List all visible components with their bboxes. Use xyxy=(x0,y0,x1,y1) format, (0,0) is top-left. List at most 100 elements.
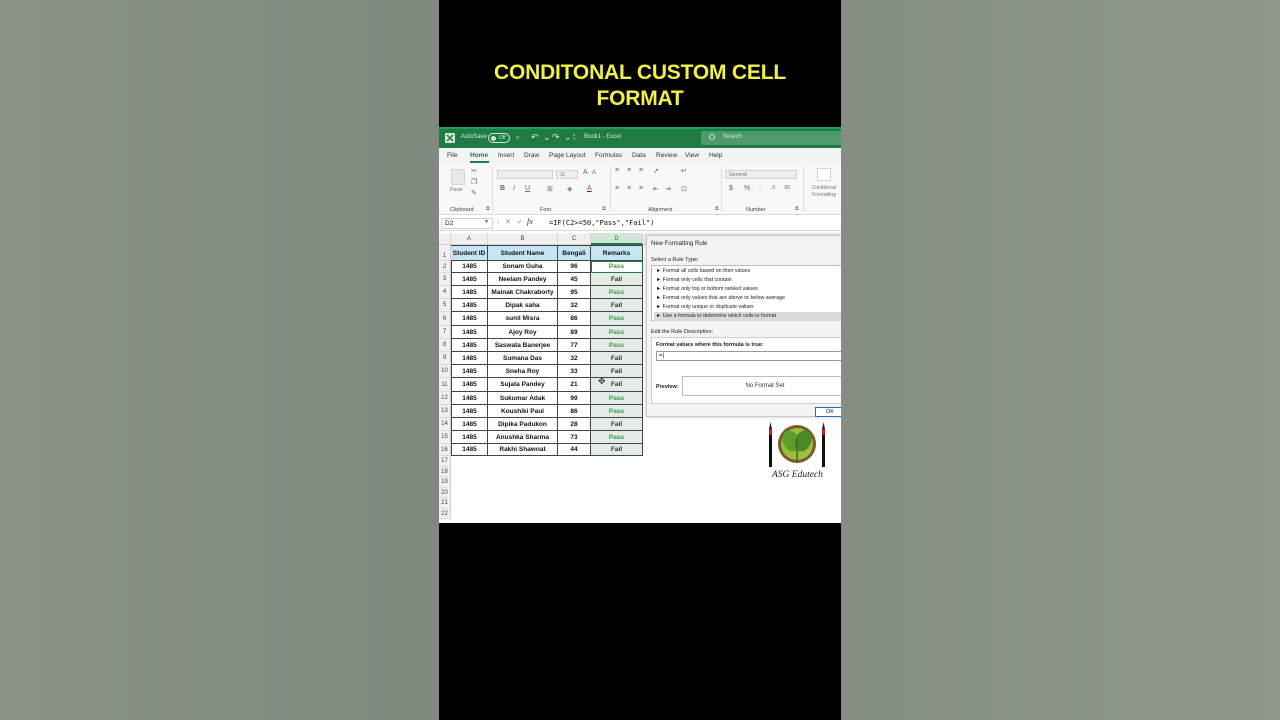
table-cell[interactable]: 1485 xyxy=(451,405,488,418)
table-cell[interactable]: 99 xyxy=(558,392,591,405)
table-cell[interactable]: Pass xyxy=(591,312,643,326)
number-format-dropdown[interactable]: General xyxy=(725,170,797,179)
fill-color-icon[interactable]: ◈ xyxy=(567,185,572,193)
table-cell[interactable]: Sukumar Adak xyxy=(488,392,558,405)
menu-data[interactable]: Data xyxy=(632,152,646,159)
table-cell[interactable]: Sumana Das xyxy=(488,352,558,365)
customize-toolbar-icon[interactable]: ⁞ xyxy=(573,132,576,142)
table-cell[interactable]: 21 xyxy=(558,378,591,392)
row-header[interactable]: 21 xyxy=(439,498,451,509)
menu-file[interactable]: File xyxy=(447,152,457,159)
rule-type-item[interactable]: ► Format only cells that contain xyxy=(654,276,841,285)
increase-decimal-icon[interactable]: .0 xyxy=(771,185,775,191)
wrap-text-icon[interactable]: ↵ xyxy=(681,167,687,175)
align-center-icon[interactable]: ≡ xyxy=(627,185,631,192)
table-cell[interactable]: Sujata Pandey xyxy=(488,378,558,392)
save-icon[interactable]: ▫ xyxy=(516,132,519,142)
decrease-decimal-icon[interactable]: .00 xyxy=(783,185,790,191)
search-box[interactable]: Search xyxy=(701,131,841,145)
table-cell[interactable]: Fail xyxy=(591,352,643,365)
header-cell[interactable]: Bengali xyxy=(558,245,591,261)
table-cell[interactable]: 1485 xyxy=(451,326,488,339)
row-header[interactable]: 11 xyxy=(439,378,451,392)
column-header-a[interactable]: A xyxy=(451,233,488,245)
underline-button[interactable]: U xyxy=(525,185,530,192)
bold-button[interactable]: B xyxy=(500,185,505,192)
align-middle-icon[interactable]: ≡ xyxy=(627,167,631,174)
table-cell[interactable]: 89 xyxy=(558,326,591,339)
table-cell[interactable]: Neelam Pandey xyxy=(488,273,558,286)
table-cell[interactable]: 86 xyxy=(558,405,591,418)
table-cell[interactable]: 1485 xyxy=(451,444,488,456)
row-header[interactable]: 19 xyxy=(439,477,451,488)
merge-center-icon[interactable]: ⊡ xyxy=(681,185,687,193)
rule-type-item[interactable]: ► Format only unique or duplicate values xyxy=(654,303,841,312)
table-cell[interactable]: Rakhi Shawnat xyxy=(488,444,558,456)
row-header[interactable]: 15 xyxy=(439,431,451,444)
redo-dropdown-icon[interactable]: ⌄ xyxy=(564,132,572,143)
menu-insert[interactable]: Insert xyxy=(498,152,514,159)
menu-draw[interactable]: Draw xyxy=(524,152,539,159)
header-cell[interactable]: Student Name xyxy=(488,245,558,261)
table-cell[interactable]: 86 xyxy=(558,312,591,326)
table-cell[interactable]: 1485 xyxy=(451,286,488,299)
undo-icon[interactable]: ↶ xyxy=(531,132,539,143)
table-cell[interactable]: Pass xyxy=(591,339,643,352)
rule-type-item[interactable]: ► Format only values that are above or b… xyxy=(654,294,841,303)
table-cell[interactable]: 1485 xyxy=(451,365,488,378)
row-header[interactable]: 2 xyxy=(439,261,451,273)
increase-font-icon[interactable]: A xyxy=(583,169,588,176)
formula-input[interactable]: =IF(C2>=50,"Pass","Fail") xyxy=(549,219,654,227)
row-header[interactable]: 20 xyxy=(439,487,451,498)
header-cell[interactable]: Remarks xyxy=(591,245,643,261)
table-cell[interactable]: Pass xyxy=(591,326,643,339)
menu-formulas[interactable]: Formulas xyxy=(595,152,622,159)
format-painter-icon[interactable]: ✎ xyxy=(471,189,477,197)
font-color-icon[interactable]: A xyxy=(587,185,592,192)
table-cell[interactable]: 95 xyxy=(558,286,591,299)
table-cell[interactable]: Anushka Sharma xyxy=(488,431,558,444)
table-cell[interactable]: Sonam Guha xyxy=(488,261,558,273)
align-left-icon[interactable]: ≡ xyxy=(615,185,619,192)
table-cell[interactable]: 28 xyxy=(558,418,591,431)
paste-icon[interactable] xyxy=(451,169,465,185)
table-cell[interactable]: 32 xyxy=(558,299,591,312)
alignment-launcher-icon[interactable]: ⧉ xyxy=(715,206,719,212)
row-header[interactable]: 18 xyxy=(439,466,451,477)
table-cell[interactable]: Saswata Banerjee xyxy=(488,339,558,352)
table-cell[interactable]: Pass xyxy=(591,392,643,405)
table-cell[interactable]: 44 xyxy=(558,444,591,456)
table-cell[interactable]: 1485 xyxy=(451,392,488,405)
clipboard-launcher-icon[interactable]: ⧉ xyxy=(486,206,490,212)
table-cell[interactable]: Dipak saha xyxy=(488,299,558,312)
italic-button[interactable]: I xyxy=(513,185,515,192)
table-cell[interactable]: Ajoy Roy xyxy=(488,326,558,339)
ok-button[interactable]: OK xyxy=(815,407,841,417)
borders-icon[interactable]: ⊞ xyxy=(547,185,553,193)
menu-review[interactable]: Review xyxy=(656,152,677,159)
table-cell[interactable]: 1485 xyxy=(451,273,488,286)
header-cell[interactable]: Student ID xyxy=(451,245,488,261)
font-name-dropdown[interactable] xyxy=(497,170,553,179)
table-cell[interactable]: 96 xyxy=(558,261,591,273)
menu-view[interactable]: View xyxy=(685,152,699,159)
rule-type-item[interactable]: ► Use a formula to determine which cells… xyxy=(654,312,841,321)
table-cell[interactable]: 1485 xyxy=(451,431,488,444)
table-cell[interactable]: 1485 xyxy=(451,339,488,352)
menu-help[interactable]: Help xyxy=(709,152,722,159)
table-cell[interactable]: 1485 xyxy=(451,352,488,365)
rule-type-item[interactable]: ► Format only top or bottom ranked value… xyxy=(654,285,841,294)
align-bottom-icon[interactable]: ≡ xyxy=(639,167,643,174)
autosave-toggle[interactable]: Off xyxy=(488,133,510,143)
row-header[interactable]: 16 xyxy=(439,444,451,456)
row-header[interactable]: 6 xyxy=(439,312,451,326)
row-header[interactable]: 9 xyxy=(439,352,451,365)
row-header[interactable]: 4 xyxy=(439,286,451,299)
table-cell[interactable]: Pass xyxy=(591,286,643,299)
table-cell[interactable]: 1485 xyxy=(451,378,488,392)
table-cell[interactable]: Fail xyxy=(591,273,643,286)
rule-type-item[interactable]: ► Format all cells based on their values xyxy=(654,267,841,276)
redo-icon[interactable]: ↷ xyxy=(552,132,560,143)
table-cell[interactable]: 45 xyxy=(558,273,591,286)
row-header[interactable]: 3 xyxy=(439,273,451,286)
